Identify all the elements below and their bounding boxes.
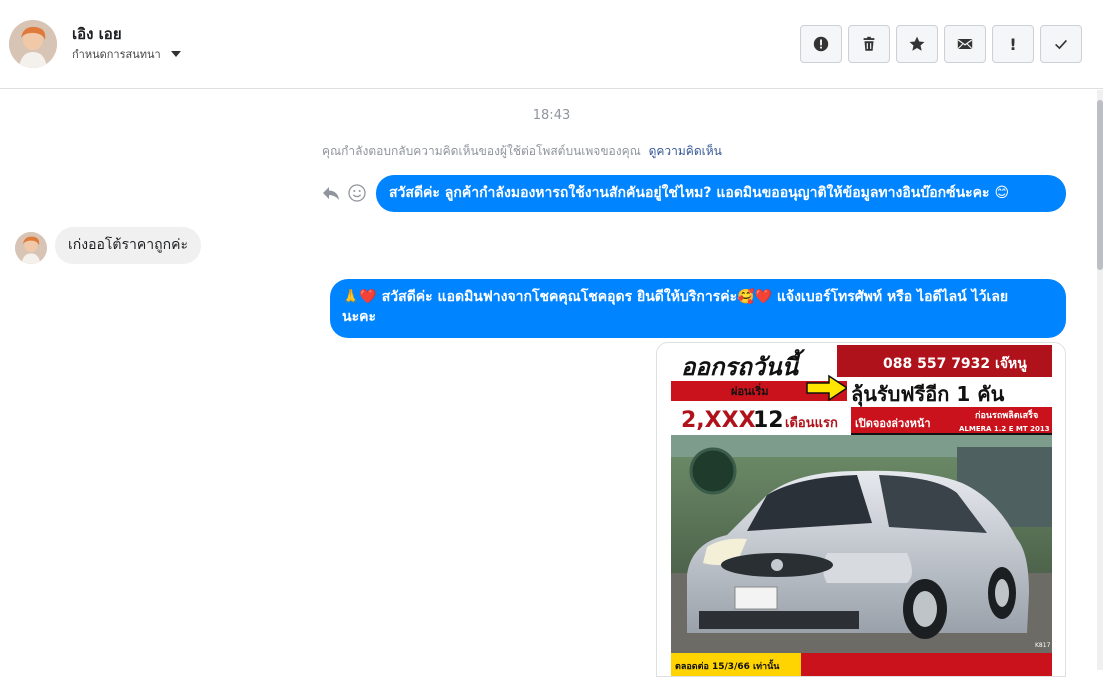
- ad-promo: ลุ้นรับฟรีอีก 1 คัน: [851, 382, 1005, 407]
- image-attachment[interactable]: ออกรถวันนี้ 088 557 7932 เจ๊หนู ผ่อนเริ่…: [656, 342, 1066, 677]
- follow-up-label: !: [1009, 34, 1017, 54]
- avatar-photo-icon: [9, 20, 57, 68]
- emoji-reaction-icon[interactable]: [347, 183, 367, 203]
- message-bubble-outgoing[interactable]: สวัสดีค่ะ ลูกค้ากำลังมองหารถใช้งานสักคัน…: [376, 175, 1066, 212]
- avatar-photo-icon: [15, 232, 47, 264]
- alert-circle-icon: [813, 36, 829, 52]
- message-text-line: 🙏❤️ สวัสดีค่ะ แอดมินฟางจากโชคคุณโชคอุดร …: [342, 289, 1009, 305]
- contact-name: เอิง เอย: [72, 25, 122, 43]
- conversation-schedule-dropdown[interactable]: กำหนดการสนทนา: [72, 45, 181, 63]
- follow-up-button[interactable]: !: [992, 25, 1034, 63]
- avatar[interactable]: [9, 20, 57, 68]
- toolbar: !: [800, 25, 1082, 63]
- ad-model: ALMERA 1.2 E MT 2013: [959, 425, 1050, 433]
- avatar[interactable]: [15, 232, 47, 264]
- trash-icon: [863, 36, 875, 51]
- conversation-schedule-label: กำหนดการสนทนา: [72, 48, 161, 61]
- ad-start-label: ผ่อนเริ่ม: [731, 383, 769, 398]
- mark-unread-button[interactable]: [944, 25, 986, 63]
- reply-icon[interactable]: [321, 183, 341, 203]
- envelope-icon: [957, 39, 973, 49]
- message-timestamp: 18:43: [532, 108, 571, 123]
- star-button[interactable]: [896, 25, 938, 63]
- ad-booking: เปิดจองล่วงหน้า: [855, 417, 931, 430]
- ad-months: 12: [753, 408, 784, 433]
- message-bubble-outgoing[interactable]: 🙏❤️ สวัสดีค่ะ แอดมินฟางจากโชคคุณโชคอุดร …: [330, 279, 1066, 338]
- mark-spam-button[interactable]: [800, 25, 842, 63]
- ad-plate-code: K817: [1035, 642, 1051, 649]
- car-ad-image: ออกรถวันนี้ 088 557 7932 เจ๊หนู ผ่อนเริ่…: [657, 343, 1065, 676]
- view-comment-link[interactable]: ดูความคิดเห็น: [649, 144, 722, 158]
- message-bubble-incoming[interactable]: เก่งออโต้ราคาถูกค่ะ: [55, 227, 201, 264]
- ad-headline: ออกรถวันนี้: [681, 349, 805, 381]
- message-actions: [321, 183, 367, 203]
- caret-down-icon: [170, 51, 181, 57]
- message-thread: 18:43 คุณกำลังตอบกลับความคิดเห็นของผู้ใช…: [0, 90, 1103, 677]
- mark-done-button[interactable]: [1040, 25, 1082, 63]
- message-text-line: นะคะ: [342, 309, 376, 325]
- message-text: เก่งออโต้ราคาถูกค่ะ: [68, 237, 188, 253]
- ad-phone: 088 557 7932 เจ๊หนู: [883, 355, 1027, 372]
- check-icon: [1055, 39, 1068, 50]
- conversation-header: เอิง เอย กำหนดการสนทนา !: [0, 0, 1103, 89]
- reply-context-notice: คุณกำลังตอบกลับความคิดเห็นของผู้ใช้ต่อโพ…: [322, 142, 722, 161]
- delete-button[interactable]: [848, 25, 890, 63]
- message-text: สวัสดีค่ะ ลูกค้ากำลังมองหารถใช้งานสักคัน…: [389, 185, 1010, 201]
- ad-months-label: เดือนแรก: [785, 415, 838, 431]
- scrollbar[interactable]: [1097, 90, 1103, 670]
- scrollbar-thumb[interactable]: [1097, 100, 1103, 270]
- ad-price: 2,XXX: [681, 408, 756, 433]
- reply-context-text: คุณกำลังตอบกลับความคิดเห็นของผู้ใช้ต่อโพ…: [322, 144, 641, 158]
- star-icon: [909, 36, 925, 51]
